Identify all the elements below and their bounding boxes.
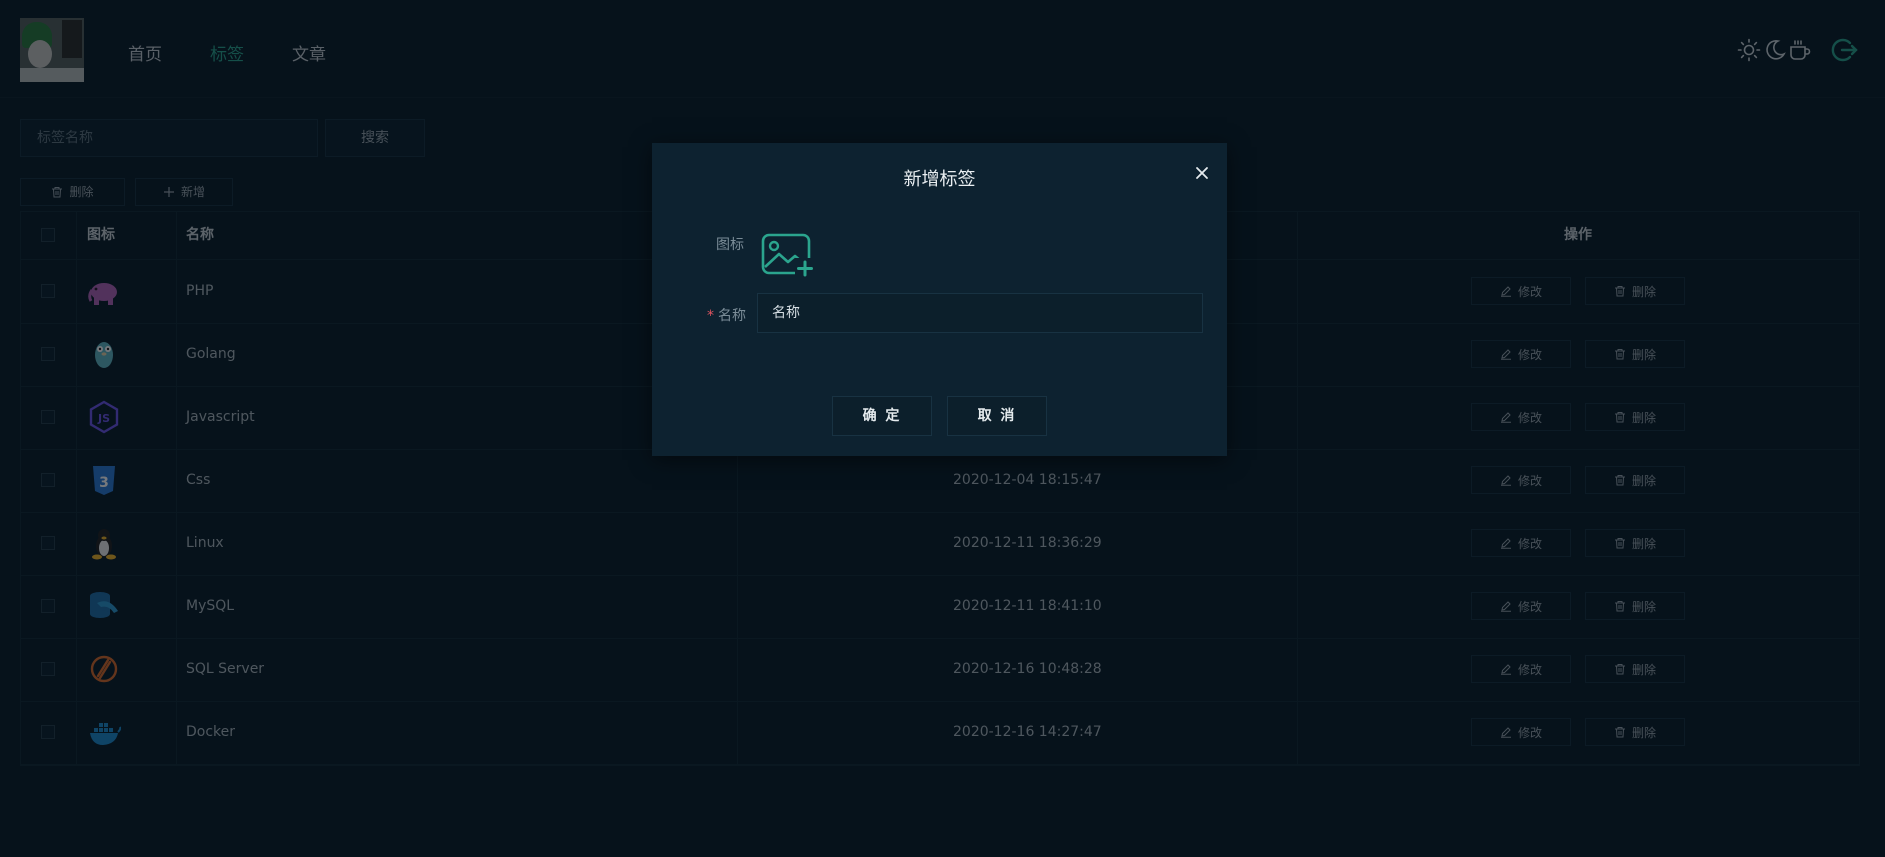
icon-field-label: 图标 <box>716 237 744 253</box>
confirm-button[interactable]: 确 定 <box>832 396 932 436</box>
name-input[interactable] <box>757 293 1203 333</box>
dialog-title: 新增标签 <box>903 169 976 190</box>
name-input-field[interactable] <box>758 294 1202 332</box>
cancel-button[interactable]: 取 消 <box>947 396 1047 436</box>
page: 首页 标签 文章 搜索 <box>0 0 1885 857</box>
close-icon[interactable] <box>1192 163 1212 183</box>
name-field-label: * 名称 <box>707 308 746 324</box>
image-upload-icon[interactable] <box>761 233 815 277</box>
name-field-label-text: 名称 <box>718 308 746 324</box>
add-tag-dialog: 新增标签 图标 *名称 确 定 取 消 <box>652 143 1227 456</box>
